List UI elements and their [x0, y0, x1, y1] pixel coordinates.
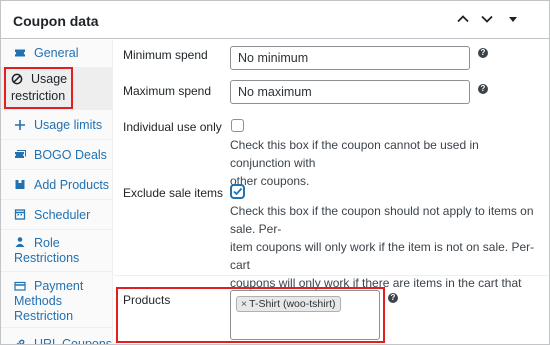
calendar-icon [14, 209, 26, 220]
plus-sign-icon [15, 120, 25, 130]
sidebar-item-label: Add Products [34, 178, 110, 192]
sidebar-item-label: General [34, 46, 79, 60]
coupon-tabs-sidebar: General Usage restriction Usage limits B… [1, 40, 113, 345]
individual-use-description: Check this box if the coupon cannot be u… [230, 136, 536, 190]
sidebar-item-label: URL Coupons [34, 337, 113, 345]
user-icon [15, 237, 25, 247]
sidebar-item-label-line2: restriction [11, 89, 66, 103]
help-icon[interactable]: ? [388, 293, 398, 303]
description-line: other coupons. [230, 174, 310, 188]
sidebar-item-label-line1: Usage [31, 72, 68, 86]
sidebar-item-general[interactable]: General [1, 40, 113, 68]
package-icon [15, 180, 25, 189]
coupon-data-panel: Coupon data General Usage restriction Us… [0, 0, 550, 345]
tickets-icon [15, 150, 26, 158]
sidebar-item-add-products[interactable]: Add Products [1, 170, 113, 200]
products-select-field[interactable]: × T-Shirt (woo-tshirt) [230, 290, 380, 340]
products-label: Products [123, 293, 171, 307]
sidebar-item-url-coupons[interactable]: URL Coupons [1, 328, 113, 345]
exclude-sale-label: Exclude sale items [123, 186, 224, 200]
triangle-down-icon[interactable] [503, 9, 523, 29]
usage-restriction-panel: Minimum spend ? Maximum spend ? Individu… [114, 40, 549, 344]
maximum-spend-label: Maximum spend [123, 84, 212, 98]
sidebar-item-label-line1: Role [34, 236, 60, 250]
circle-slash-icon [11, 73, 23, 85]
ticket-icon [15, 49, 25, 57]
sidebar-item-bogo-deals[interactable]: BOGO Deals [1, 140, 113, 170]
sidebar-item-scheduler[interactable]: Scheduler [1, 200, 113, 230]
minimum-spend-label: Minimum spend [123, 48, 208, 62]
individual-use-label: Individual use only [123, 120, 222, 134]
link-icon [16, 339, 25, 344]
sidebar-item-label-line3: Restriction [14, 309, 74, 323]
chevron-up-icon[interactable] [453, 9, 473, 29]
help-icon[interactable]: ? [478, 48, 488, 58]
sidebar-item-label: Scheduler [34, 208, 91, 222]
description-line: Check this box if the coupon should not … [230, 204, 534, 236]
sidebar-item-label-line2: Restrictions [14, 251, 80, 265]
section-divider [114, 275, 549, 276]
description-line: Check this box if the coupon cannot be u… [230, 138, 479, 170]
panel-header: Coupon data [1, 1, 549, 39]
sidebar-item-label: BOGO Deals [34, 148, 107, 162]
product-tag-label: T-Shirt (woo-tshirt) [249, 298, 336, 310]
product-tag: × T-Shirt (woo-tshirt) [236, 296, 342, 312]
card-icon [14, 281, 26, 291]
sidebar-item-payment-methods-restriction[interactable]: Payment Methods Restriction [1, 272, 113, 328]
sidebar-item-usage-limits[interactable]: Usage limits [1, 110, 113, 140]
sidebar-item-label-line1: Payment [34, 279, 84, 293]
remove-tag-button[interactable]: × [241, 298, 247, 310]
individual-use-checkbox[interactable] [231, 119, 244, 132]
sidebar-item-label: Usage limits [34, 118, 103, 132]
sidebar-item-role-restrictions[interactable]: Role Restrictions [1, 230, 113, 272]
sidebar-item-usage-restriction[interactable]: Usage restriction [1, 68, 113, 110]
sidebar-item-label-line2: Methods [14, 294, 62, 308]
chevron-down-icon[interactable] [477, 9, 497, 29]
minimum-spend-input[interactable] [230, 46, 470, 70]
panel-title: Coupon data [13, 13, 99, 29]
checkmark-icon [233, 187, 243, 196]
help-icon[interactable]: ? [478, 84, 488, 94]
maximum-spend-input[interactable] [230, 80, 470, 104]
exclude-sale-checkbox[interactable] [231, 185, 244, 198]
description-line: item coupons will only work if the item … [230, 240, 535, 272]
